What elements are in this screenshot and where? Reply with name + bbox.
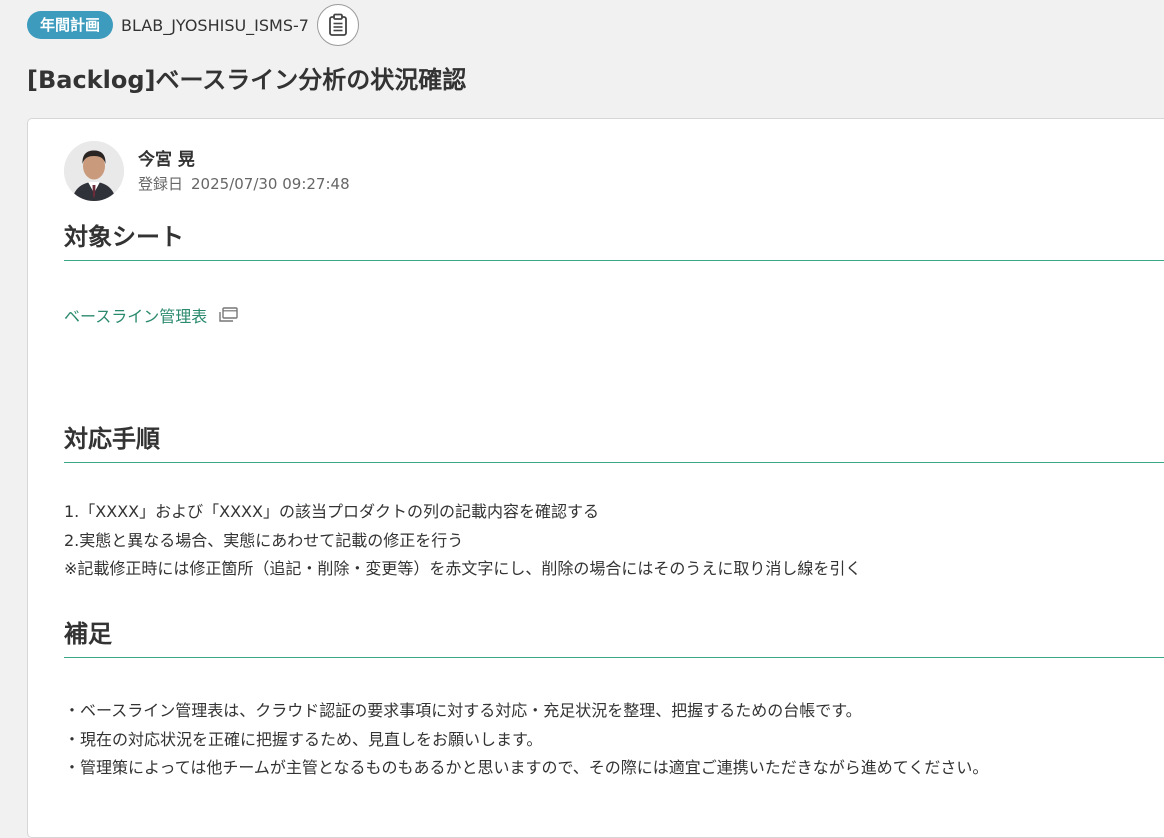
avatar[interactable] bbox=[64, 141, 124, 201]
procedure-line: 1.「XXXX」および「XXXX」の該当プロダクトの列の記載内容を確認する bbox=[64, 502, 599, 521]
supplement-line: ・管理策によっては他チームが主管となるものもあるかと思いますので、その際には適宜… bbox=[64, 758, 989, 777]
section-heading-supplement: 補足 bbox=[64, 616, 1164, 658]
open-window-icon[interactable] bbox=[217, 306, 239, 324]
issue-description-card: 今宮 晃 登録日 2025/07/30 09:27:48 対象シート ベースライン… bbox=[27, 118, 1164, 838]
issue-key: BLAB_JYOSHISU_ISMS-7 bbox=[121, 15, 309, 35]
baseline-sheet-link[interactable]: ベースライン管理表 bbox=[64, 303, 207, 327]
registered-date-label: 登録日 bbox=[138, 175, 184, 193]
registered-date: 登録日 2025/07/30 09:27:48 bbox=[138, 173, 350, 195]
supplement-line: ・現在の対応状況を正確に把握するため、見直しをお願いします。 bbox=[64, 729, 543, 749]
issue-header: 年間計画 BLAB_JYOSHISU_ISMS-7 bbox=[27, 4, 359, 46]
procedure-line: ※記載修正時には修正箇所（追記・削除・変更等）を赤文字にし、削除の場合にはそのう… bbox=[64, 559, 862, 578]
section-heading-target-sheet: 対象シート bbox=[64, 219, 1164, 261]
issue-title: [Backlog]ベースライン分析の状況確認 bbox=[27, 66, 467, 94]
clipboard-icon bbox=[329, 13, 347, 36]
registered-date-value: 2025/07/30 09:27:48 bbox=[191, 175, 350, 193]
author-block: 今宮 晃 登録日 2025/07/30 09:27:48 bbox=[64, 141, 350, 201]
supplement-text: ・ベースライン管理表は、クラウド認証の要求事項に対する対応・充足状況を整理、把握… bbox=[64, 697, 988, 783]
author-name[interactable]: 今宮 晃 bbox=[138, 147, 350, 173]
copy-issue-key-button[interactable] bbox=[316, 4, 359, 46]
supplement-line: ・ベースライン管理表は、クラウド認証の要求事項に対する対応・充足状況を整理、把握… bbox=[64, 701, 862, 720]
issue-type-badge[interactable]: 年間計画 bbox=[27, 11, 114, 39]
procedure-line: 2.実態と異なる場合、実態にあわせて記載の修正を行う bbox=[64, 530, 464, 550]
procedure-text: 1.「XXXX」および「XXXX」の該当プロダクトの列の記載内容を確認する 2.… bbox=[64, 498, 861, 584]
target-sheet-link-row: ベースライン管理表 bbox=[64, 303, 239, 327]
section-heading-procedure: 対応手順 bbox=[64, 421, 1164, 463]
